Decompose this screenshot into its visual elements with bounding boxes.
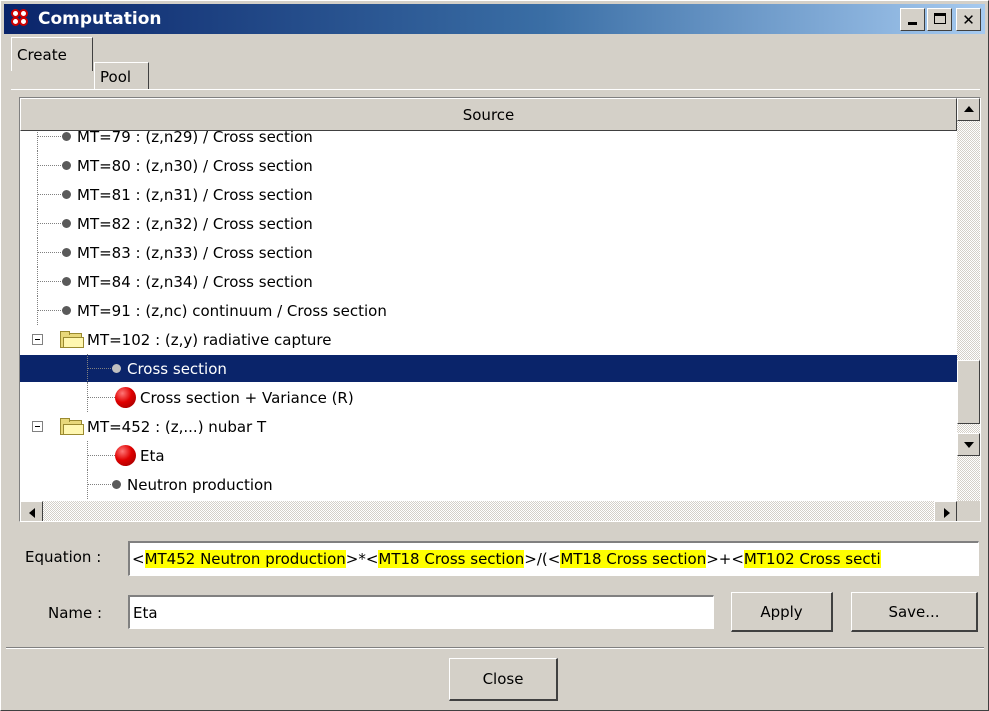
- leaf-dot-icon: [62, 277, 71, 286]
- folder-open-icon: [60, 418, 84, 435]
- arrow-up-icon: [964, 106, 974, 112]
- leaf-dot-icon: [62, 248, 71, 257]
- tab-pool[interactable]: Pool: [94, 62, 149, 90]
- apply-button[interactable]: Apply: [731, 592, 833, 632]
- leaf-dot-icon: [62, 306, 71, 315]
- tree-row[interactable]: MT=452 : (z,...) nubar T: [20, 412, 957, 441]
- tree-row-label: MT=83 : (z,n33) / Cross section: [77, 244, 313, 262]
- minimize-icon: [908, 22, 917, 25]
- equation-operator: <: [132, 550, 145, 568]
- tree-row[interactable]: MT=84 : (z,n34) / Cross section: [20, 267, 957, 296]
- scroll-right-button[interactable]: [934, 501, 957, 521]
- tree-row-label: MT=79 : (z,n29) / Cross section: [77, 131, 313, 146]
- source-column-header[interactable]: Source: [20, 98, 957, 131]
- scroll-up-button[interactable]: [957, 98, 980, 121]
- name-input[interactable]: [128, 595, 714, 629]
- leaf-dot-icon: [62, 190, 71, 199]
- tab-panel-border: [11, 89, 980, 90]
- tab-create[interactable]: Create: [11, 37, 93, 71]
- name-label: Name :: [48, 604, 103, 622]
- tree-row[interactable]: MT=81 : (z,n31) / Cross section: [20, 180, 957, 209]
- maximize-icon: [934, 13, 946, 24]
- scrollbar-corner: [957, 501, 980, 521]
- tree-row-label: Cross section + Variance (R): [140, 389, 354, 407]
- tree-row-label: MT=80 : (z,n30) / Cross section: [77, 157, 313, 175]
- tree-row[interactable]: MT=91 : (z,nc) continuum / Cross section: [20, 296, 957, 325]
- red-ball-icon: [115, 445, 136, 466]
- tree-row-label: MT=82 : (z,n32) / Cross section: [77, 215, 313, 233]
- source-tree-panel: Source MT=79 : (z,n29) / Cross section MT…: [19, 97, 981, 522]
- save-button[interactable]: Save...: [851, 592, 978, 632]
- arrow-right-icon: [944, 508, 950, 518]
- horizontal-scrollbar[interactable]: [20, 501, 957, 521]
- tree-row[interactable]: Eta: [20, 441, 957, 470]
- tree-row[interactable]: Cross section + Variance (R): [20, 383, 957, 412]
- tree-row[interactable]: MT=82 : (z,n32) / Cross section: [20, 209, 957, 238]
- tree-row[interactable]: MT=80 : (z,n30) / Cross section: [20, 151, 957, 180]
- leaf-dot-icon: [62, 132, 71, 141]
- app-icon: [10, 8, 32, 30]
- close-button-label: Close: [482, 670, 524, 688]
- vertical-scroll-thumb[interactable]: [957, 360, 980, 424]
- tree-row[interactable]: MT=83 : (z,n33) / Cross section: [20, 238, 957, 267]
- collapse-toggle-icon[interactable]: [32, 421, 43, 432]
- tree-row[interactable]: Cross section: [20, 354, 957, 383]
- equation-label: Equation :: [25, 548, 102, 566]
- leaf-dot-icon: [112, 364, 121, 373]
- tree-line: [37, 131, 38, 151]
- button-bar-separator: [6, 647, 984, 649]
- maximize-button[interactable]: [927, 8, 952, 31]
- save-button-label: Save...: [888, 602, 940, 621]
- scroll-down-button[interactable]: [957, 433, 980, 456]
- arrow-down-icon: [964, 442, 974, 448]
- source-tree[interactable]: MT=79 : (z,n29) / Cross section MT=80 : (…: [20, 131, 957, 501]
- equation-token: MT18 Cross section: [560, 550, 707, 568]
- equation-operator: >*<: [345, 550, 379, 568]
- tree-row-label: Cross section: [124, 356, 230, 382]
- tree-row-label: MT=452 : (z,...) nubar T: [87, 418, 267, 436]
- leaf-dot-icon: [62, 219, 71, 228]
- computation-window: Computation ✕ Create Pool Source MT=79 :…: [0, 0, 989, 711]
- scroll-left-button[interactable]: [20, 501, 43, 521]
- close-button[interactable]: Close: [449, 658, 558, 701]
- leaf-dot-icon: [62, 161, 71, 170]
- apply-button-label: Apply: [760, 602, 803, 621]
- tab-create-label: Create: [17, 45, 67, 64]
- folder-open-icon: [60, 331, 84, 348]
- equation-token: MT452 Neutron production: [144, 550, 346, 568]
- source-header-label: Source: [462, 105, 515, 124]
- equation-operator: >/(<: [524, 550, 561, 568]
- tree-row-label: Eta: [140, 447, 165, 465]
- arrow-left-icon: [29, 508, 35, 518]
- red-ball-icon: [115, 387, 136, 408]
- tree-line: [87, 397, 117, 398]
- minimize-button[interactable]: [900, 8, 925, 31]
- window-title: Computation: [38, 9, 162, 29]
- close-window-button[interactable]: ✕: [956, 8, 981, 31]
- tree-line: [87, 455, 117, 456]
- equation-token: MT102 Cross secti: [743, 550, 881, 568]
- title-bar[interactable]: Computation ✕: [4, 4, 985, 34]
- vertical-scrollbar[interactable]: [957, 98, 980, 501]
- tree-row[interactable]: MT=79 : (z,n29) / Cross section: [20, 131, 957, 151]
- tab-pool-label: Pool: [100, 67, 132, 86]
- collapse-toggle-icon[interactable]: [32, 334, 43, 345]
- tree-row[interactable]: Neutron production: [20, 470, 957, 499]
- equation-field[interactable]: < MT452 Neutron production >*< MT18 Cross s…: [128, 541, 979, 576]
- close-icon: ✕: [962, 10, 975, 29]
- tree-row[interactable]: MT=102 : (z,y) radiative capture: [20, 325, 957, 354]
- tree-row-label: MT=102 : (z,y) radiative capture: [87, 331, 332, 349]
- equation-token: MT18 Cross section: [378, 550, 525, 568]
- tree-row-label: Neutron production: [127, 476, 273, 494]
- equation-operator: >+<: [706, 550, 744, 568]
- tree-row-label: MT=84 : (z,n34) / Cross section: [77, 273, 313, 291]
- tree-row-label: MT=81 : (z,n31) / Cross section: [77, 186, 313, 204]
- tree-row-label: MT=91 : (z,nc) continuum / Cross section: [77, 302, 387, 320]
- leaf-dot-icon: [112, 480, 121, 489]
